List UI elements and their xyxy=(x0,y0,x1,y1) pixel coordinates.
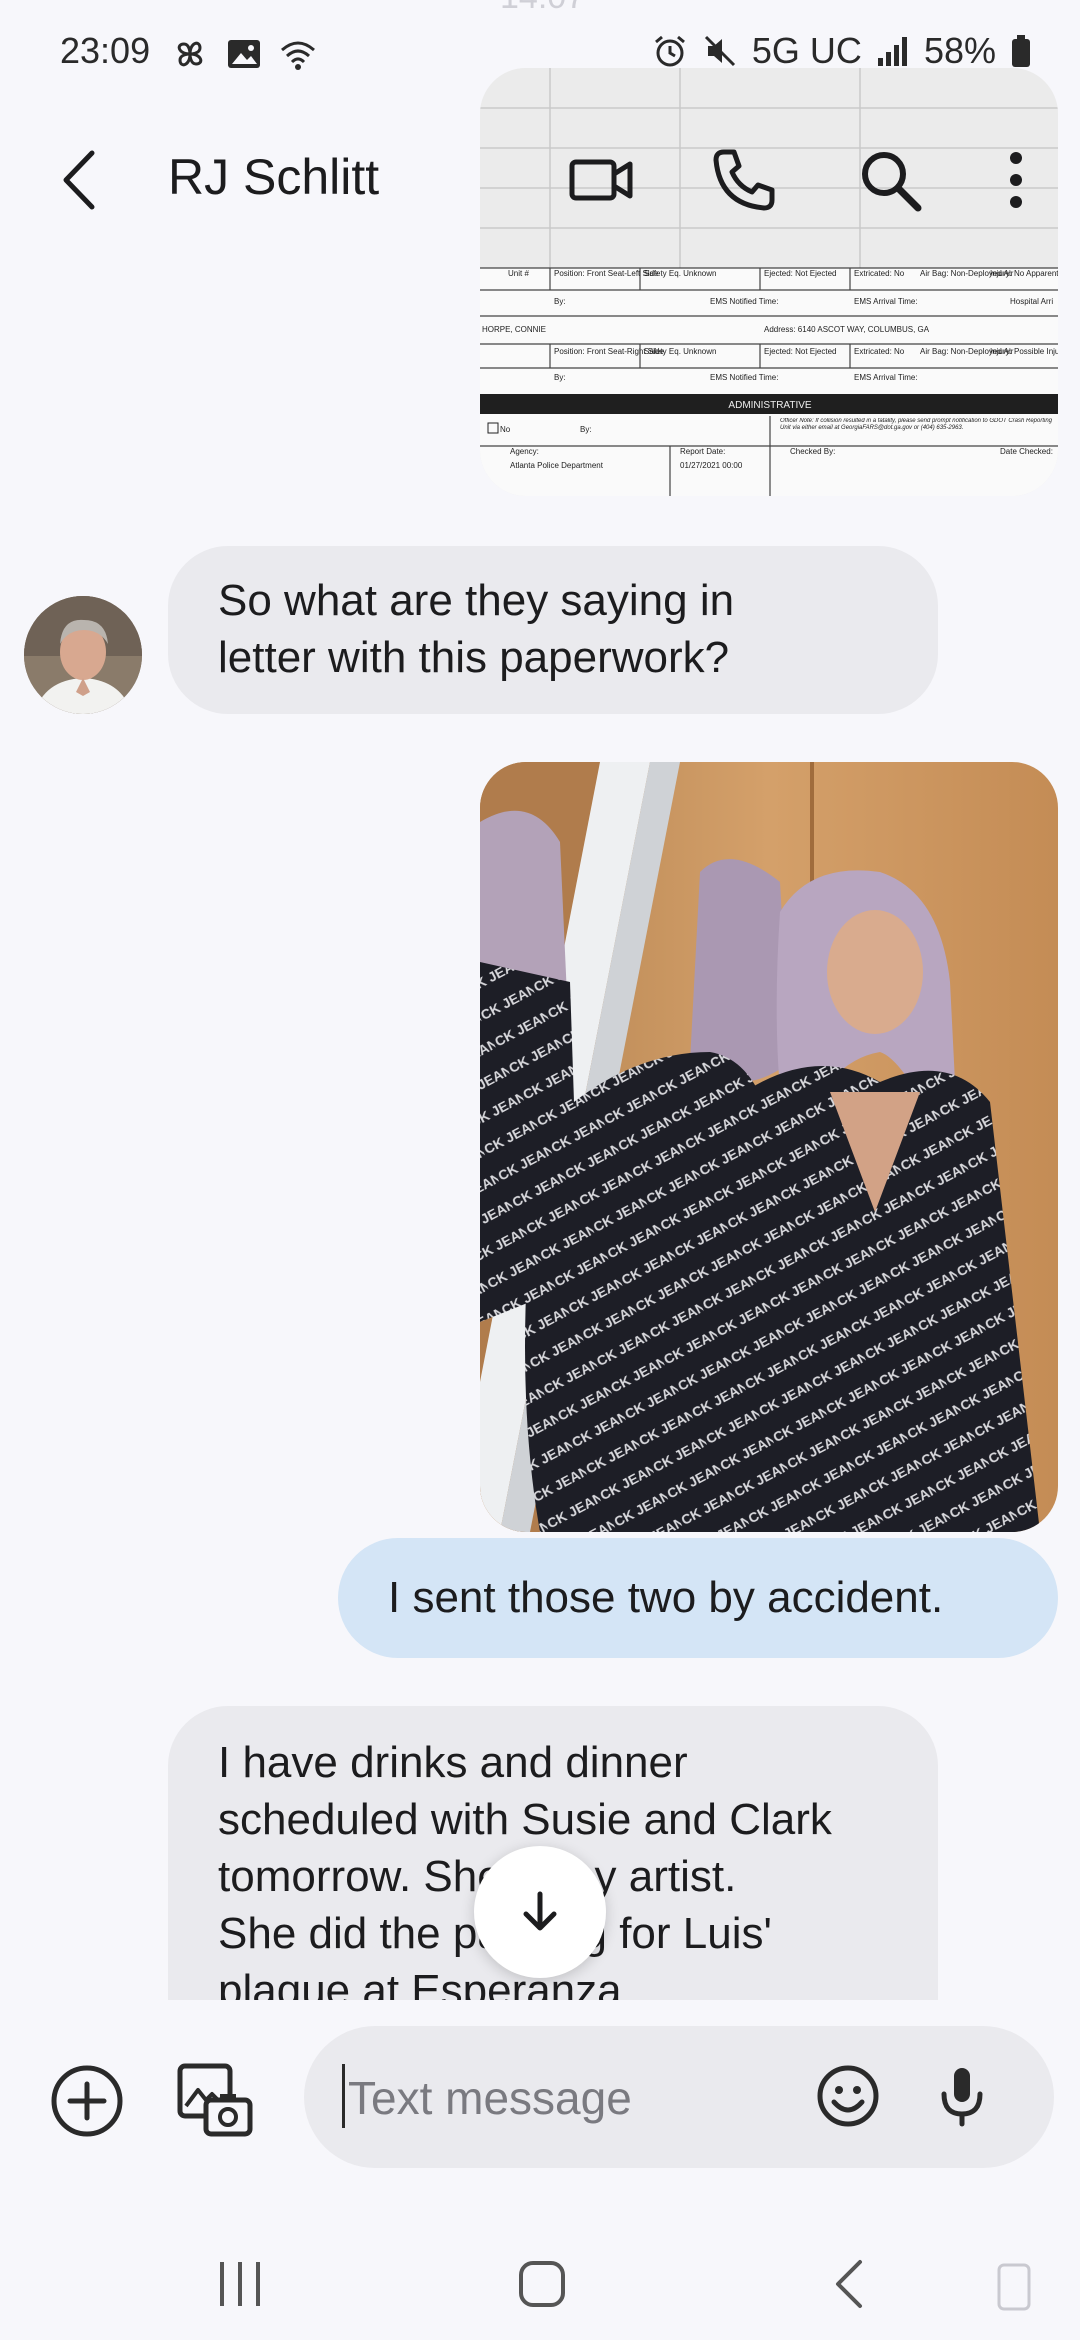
recent-apps-button[interactable] xyxy=(214,2258,266,2310)
keyboard-toggle-button[interactable] xyxy=(996,2262,1032,2312)
home-icon xyxy=(519,2261,565,2307)
doc-row1-by: By: xyxy=(554,297,566,306)
microphone-icon xyxy=(941,2068,983,2127)
doc-row1-safety: Safety Eq. Unknown xyxy=(644,269,716,278)
doc-row2-injury: Injury: Possible Injury xyxy=(990,347,1058,356)
add-attachment-button[interactable] xyxy=(48,2062,126,2140)
doc-row1-injury: Injury: No Apparent Injury xyxy=(990,269,1058,278)
chevron-left-icon xyxy=(63,150,95,210)
doc-row2-ems-arrival: EMS Arrival Time: xyxy=(854,373,918,382)
battery-icon xyxy=(1012,35,1030,67)
incoming-message-bubble[interactable]: So what are they saying in letter with t… xyxy=(168,546,938,714)
conversation-header: RJ Schlitt xyxy=(0,110,1080,250)
voice-input-button[interactable] xyxy=(926,2060,998,2132)
doc-unit-label: Unit # xyxy=(508,269,529,278)
back-button[interactable] xyxy=(52,145,112,215)
message-placeholder: Text message xyxy=(348,2072,632,2124)
doc-ems-arrival: EMS Arrival Time: xyxy=(854,297,918,306)
recents-icon xyxy=(220,2262,260,2306)
contact-avatar[interactable] xyxy=(24,596,142,714)
photo-image: CK JEANS xyxy=(480,762,1058,1532)
photo-attachment[interactable]: CK JEANS xyxy=(480,762,1058,1532)
doc-agency-label: Agency: xyxy=(510,447,539,456)
more-vertical-icon xyxy=(1010,152,1022,208)
message-text: So what are they saying in letter with t… xyxy=(218,576,735,682)
more-options-button[interactable] xyxy=(978,142,1054,218)
phone-icon xyxy=(713,149,775,211)
signal-icon xyxy=(877,37,907,66)
doc-admin-by: By: xyxy=(580,425,592,434)
doc-ems-notified: EMS Notified Time: xyxy=(710,297,778,306)
doc-administrative: ADMINISTRATIVE xyxy=(728,400,811,411)
phone-outline-icon xyxy=(997,2263,1031,2311)
avatar-photo xyxy=(24,596,142,714)
doc-agency: Atlanta Police Department xyxy=(510,461,604,470)
system-nav-bar xyxy=(0,2210,1080,2340)
doc-row2-by: By: xyxy=(554,373,566,382)
arrow-down-icon xyxy=(523,1891,557,1931)
back-icon xyxy=(836,2260,862,2308)
doc-report-date: 01/27/2021 00:00 xyxy=(680,461,743,470)
doc-date-checked: Date Checked: xyxy=(1000,447,1053,456)
text-cursor xyxy=(342,2064,345,2128)
doc-row2-ejected: Ejected: Not Ejected xyxy=(764,347,836,356)
mute-icon xyxy=(704,35,735,67)
status-right: 5G UC 58% xyxy=(652,30,1032,72)
gallery-icon xyxy=(228,40,260,68)
doc-officer-note: Officer Note: If collision resulted in a… xyxy=(780,418,1053,431)
doc-row1-ejected: Ejected: Not Ejected xyxy=(764,269,836,278)
doc-row2-ems-notified: EMS Notified Time: xyxy=(710,373,778,382)
gallery-camera-button[interactable] xyxy=(172,2056,256,2140)
status-time: 23:09 xyxy=(60,30,151,71)
scrolled-timestamp: 14:07 xyxy=(500,0,585,17)
scroll-to-bottom-button[interactable] xyxy=(474,1846,606,1978)
doc-address: Address: 6140 ASCOT WAY, COLUMBUS, GA xyxy=(764,325,930,334)
system-back-button[interactable] xyxy=(826,2258,878,2310)
pinwheel-icon xyxy=(177,41,203,67)
network-type: 5G UC xyxy=(751,30,862,71)
image-camera-icon xyxy=(177,2063,253,2137)
home-button[interactable] xyxy=(516,2258,568,2310)
outgoing-message-bubble[interactable]: I sent those two by accident. xyxy=(338,1538,1058,1658)
voice-call-button[interactable] xyxy=(706,142,782,218)
message-text: I sent those two by accident. xyxy=(388,1573,944,1622)
message-input[interactable]: Text message xyxy=(304,2026,1054,2168)
doc-hospital: Hospital Arri xyxy=(1010,297,1053,306)
emoji-button[interactable] xyxy=(812,2060,884,2132)
doc-row2-safety: Safety Eq. Unknown xyxy=(644,347,716,356)
video-call-button[interactable] xyxy=(564,142,640,218)
doc-check-no: No xyxy=(500,425,511,434)
status-notification-icons xyxy=(170,34,318,74)
search-icon xyxy=(862,152,922,212)
doc-checked-by: Checked By: xyxy=(790,447,835,456)
video-camera-icon xyxy=(569,159,633,201)
smiley-icon xyxy=(817,2065,879,2127)
doc-row2-extricated: Extricated: No xyxy=(854,347,905,356)
doc-report-date-label: Report Date: xyxy=(680,447,725,456)
wifi-icon xyxy=(281,41,315,70)
doc-name: HORPE, CONNIE xyxy=(482,325,546,334)
doc-row1-extricated: Extricated: No xyxy=(854,269,905,278)
search-button[interactable] xyxy=(852,142,928,218)
alarm-icon xyxy=(654,35,685,67)
battery-percent: 58% xyxy=(923,30,996,71)
contact-name[interactable]: RJ Schlitt xyxy=(168,148,379,206)
plus-circle-icon xyxy=(51,2065,123,2137)
